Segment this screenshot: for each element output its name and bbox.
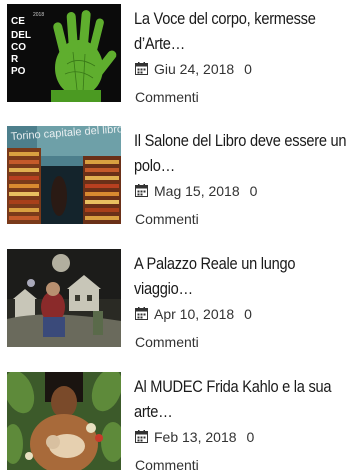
svg-text:2018: 2018 bbox=[33, 12, 44, 18]
post-item: Torino capitale del libro Il Salone del … bbox=[0, 122, 351, 230]
post-comments-count[interactable]: 0 bbox=[244, 306, 252, 322]
post-date: Feb 13, 2018 bbox=[154, 429, 237, 445]
post-thumbnail[interactable]: Torino capitale del libro bbox=[7, 126, 121, 224]
calendar-icon bbox=[135, 307, 148, 320]
post-thumbnail-image bbox=[7, 372, 121, 470]
svg-text:CE: CE bbox=[11, 16, 25, 27]
post-thumbnail[interactable]: CE DEL CO R PO 2018 bbox=[7, 4, 121, 102]
post-title-link[interactable]: La Voce del corpo, kermesse d’Arte… bbox=[134, 6, 349, 56]
post-meta: Mag 15, 2018 0 bbox=[135, 181, 257, 201]
post-comments-count[interactable]: 0 bbox=[250, 183, 258, 199]
post-thumbnail[interactable] bbox=[7, 372, 121, 470]
post-date: Giu 24, 2018 bbox=[154, 61, 235, 77]
post-comments-count[interactable]: 0 bbox=[244, 61, 252, 77]
post-item: Al MUDEC Frida Kahlo e la sua arte… Feb … bbox=[0, 368, 351, 476]
post-comments-link[interactable]: Commenti bbox=[135, 209, 199, 229]
post-thumbnail-image bbox=[7, 249, 121, 347]
svg-text:CO: CO bbox=[11, 42, 26, 53]
post-comments-link[interactable]: Commenti bbox=[135, 455, 199, 475]
post-date: Apr 10, 2018 bbox=[154, 306, 235, 322]
post-comments-link[interactable]: Commenti bbox=[135, 87, 199, 107]
svg-text:PO: PO bbox=[11, 66, 26, 77]
post-thumbnail[interactable] bbox=[7, 249, 121, 347]
post-date: Mag 15, 2018 bbox=[154, 183, 240, 199]
post-item: A Palazzo Reale un lungo viaggio… Apr 10… bbox=[0, 245, 351, 353]
post-thumbnail-image: CE DEL CO R PO 2018 bbox=[7, 4, 121, 102]
post-meta: Feb 13, 2018 0 bbox=[135, 427, 254, 447]
svg-text:DEL: DEL bbox=[11, 30, 31, 41]
post-meta: Apr 10, 2018 0 bbox=[135, 304, 252, 324]
svg-text:R: R bbox=[11, 54, 19, 65]
post-item: CE DEL CO R PO 2018 La Voce del corpo, k… bbox=[0, 0, 351, 108]
calendar-icon bbox=[135, 430, 148, 443]
post-title-link[interactable]: Il Salone del Libro deve essere un polo… bbox=[134, 128, 349, 178]
post-thumbnail-image: Torino capitale del libro bbox=[7, 126, 121, 224]
post-comments-link[interactable]: Commenti bbox=[135, 332, 199, 352]
calendar-icon bbox=[135, 62, 148, 75]
post-title-link[interactable]: Al MUDEC Frida Kahlo e la sua arte… bbox=[134, 374, 349, 424]
post-meta: Giu 24, 2018 0 bbox=[135, 59, 252, 79]
post-title-link[interactable]: A Palazzo Reale un lungo viaggio… bbox=[134, 251, 349, 301]
post-comments-count[interactable]: 0 bbox=[247, 429, 255, 445]
recent-posts-list: CE DEL CO R PO 2018 La Voce del corpo, k… bbox=[0, 0, 351, 473]
calendar-icon bbox=[135, 184, 148, 197]
